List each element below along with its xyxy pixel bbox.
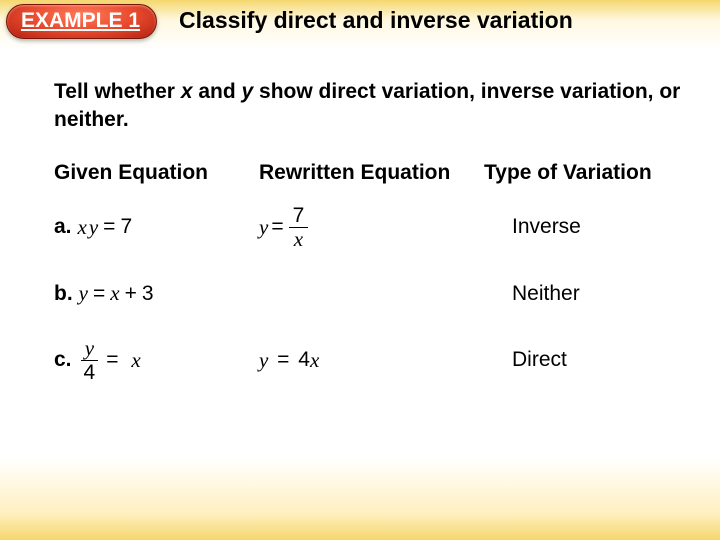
row-label: a. [54, 215, 72, 239]
row-label: c. [54, 348, 72, 372]
slide: EXAMPLE 1 Classify direct and inverse va… [0, 0, 720, 540]
math-var: x [310, 348, 319, 373]
instruction-mid2: show [253, 80, 318, 103]
math-var: y [259, 215, 268, 240]
given-b: b. y = x + 3 [54, 281, 259, 306]
equals: = [103, 215, 115, 239]
col-given: Given Equation [54, 161, 259, 185]
equals: = [271, 348, 295, 372]
fraction: 7 x [289, 205, 309, 250]
example-badge: EXAMPLE 1 [6, 4, 157, 39]
given-c: c. y 4 = x [54, 338, 259, 383]
rewritten-c: y = 4x [259, 348, 484, 373]
math-num: 3 [142, 282, 154, 306]
row-label: b. [54, 282, 73, 306]
content: Tell whether x and y show direct variati… [0, 50, 720, 383]
type-c: Direct [484, 348, 682, 372]
equals: = [106, 348, 118, 372]
table-row: a. xy = 7 y = 7 x Inverse [54, 205, 682, 250]
math-coef: 4 [298, 348, 310, 372]
type-a: Inverse [484, 215, 682, 239]
fraction-den: 4 [80, 361, 100, 383]
fraction: y 4 [80, 338, 100, 383]
instruction-text: Tell whether x and y show direct variati… [54, 78, 682, 135]
equals: = [271, 215, 283, 239]
header: EXAMPLE 1 Classify direct and inverse va… [0, 0, 720, 50]
var-x: x [181, 80, 193, 103]
math-var: x [110, 281, 119, 306]
math-var: x [78, 215, 87, 240]
var-y: y [242, 80, 254, 103]
fraction-num: y [81, 338, 98, 361]
fraction-den: x [290, 228, 307, 250]
math-var: y [89, 215, 98, 240]
rewritten-a: y = 7 x [259, 205, 484, 250]
variation-table: Given Equation Rewritten Equation Type o… [54, 161, 682, 383]
col-rewritten: Rewritten Equation [259, 161, 484, 185]
table-header: Given Equation Rewritten Equation Type o… [54, 161, 682, 185]
fraction-num: 7 [289, 205, 309, 228]
math-var: y [259, 348, 268, 373]
math-var: x [131, 348, 140, 373]
instruction-lead: Tell whether [54, 80, 181, 103]
table-row: b. y = x + 3 Neither [54, 272, 682, 316]
instruction-mid1: and [193, 80, 242, 103]
equals: = [93, 282, 105, 306]
type-b: Neither [484, 282, 682, 306]
given-a: a. xy = 7 [54, 215, 259, 240]
math-var: y [79, 281, 88, 306]
math-num: 7 [120, 215, 132, 239]
table-row: c. y 4 = x y = 4x Direct [54, 338, 682, 383]
plus: + [125, 282, 137, 306]
col-type: Type of Variation [484, 161, 682, 185]
slide-title: Classify direct and inverse variation [179, 7, 573, 34]
